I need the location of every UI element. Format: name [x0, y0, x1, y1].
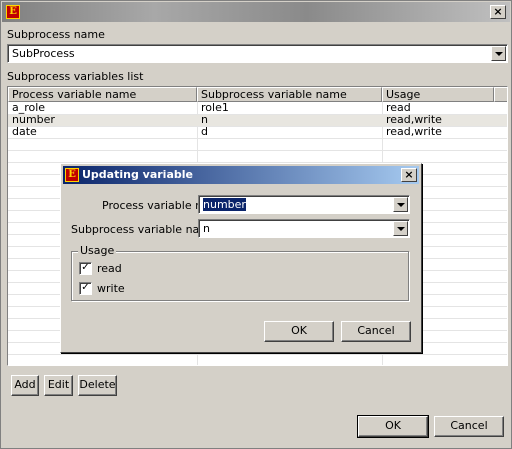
subprocess-variable-value: n [203, 222, 210, 235]
edit-button[interactable]: Edit [44, 375, 73, 396]
grid-row-line [8, 114, 507, 115]
table-cell: date [12, 125, 37, 138]
subprocess-variable-combo[interactable]: n [198, 219, 410, 238]
check-icon: ✓ [81, 262, 90, 273]
grid-row-line [8, 126, 507, 127]
chevron-down-icon[interactable] [491, 46, 506, 61]
variables-list-label: Subprocess variables list [7, 70, 144, 83]
dialog-ok-button[interactable]: OK [264, 321, 334, 342]
dialog-titlebar[interactable]: E Updating variable × [63, 166, 419, 184]
dialog-app-icon: E [65, 168, 79, 182]
grid-row-line [8, 138, 507, 139]
chevron-down-icon[interactable] [393, 197, 408, 212]
subprocess-name-label: Subprocess name [7, 28, 105, 41]
write-checkbox[interactable]: ✓ [79, 282, 92, 295]
read-checkbox[interactable]: ✓ [79, 262, 92, 275]
column-header-filler [494, 87, 507, 102]
cancel-button[interactable]: Cancel [434, 416, 504, 437]
table-row[interactable]: date d read,write [8, 126, 507, 138]
delete-button[interactable]: Delete [78, 375, 117, 396]
chevron-down-icon[interactable] [393, 221, 408, 236]
usage-groupbox: Usage ✓ read ✓ write [71, 244, 409, 301]
app-icon: E [6, 5, 20, 19]
dialog-title: Updating variable [82, 168, 193, 181]
process-variable-value: number [203, 198, 246, 211]
table-cell: d [201, 125, 208, 138]
grid-row-line [8, 354, 507, 355]
column-header-process-variable[interactable]: Process variable name [8, 87, 197, 102]
subprocess-name-combo[interactable]: SubProcess [7, 44, 508, 63]
column-header-subprocess-variable[interactable]: Subprocess variable name [197, 87, 382, 102]
table-header: Process variable name Subprocess variabl… [8, 87, 507, 102]
updating-variable-dialog: E Updating variable × Process variable n… [60, 163, 422, 353]
column-header-usage[interactable]: Usage [382, 87, 494, 102]
dialog-cancel-button[interactable]: Cancel [341, 321, 411, 342]
process-variable-combo[interactable]: number [198, 195, 410, 214]
ok-button[interactable]: OK [357, 415, 429, 438]
process-variable-selected-text: number [203, 198, 246, 211]
read-checkbox-label[interactable]: read [97, 262, 122, 275]
window-close-button[interactable]: × [490, 5, 506, 19]
check-icon: ✓ [81, 282, 90, 293]
grid-row-line [8, 150, 507, 151]
subprocess-name-value: SubProcess [12, 47, 75, 60]
table-cell: read,write [386, 125, 442, 138]
write-checkbox-label[interactable]: write [97, 282, 125, 295]
usage-legend: Usage [78, 244, 117, 257]
dialog-close-button[interactable]: × [401, 168, 417, 182]
add-button[interactable]: Add [11, 375, 39, 396]
window-titlebar[interactable]: E × [2, 2, 510, 22]
